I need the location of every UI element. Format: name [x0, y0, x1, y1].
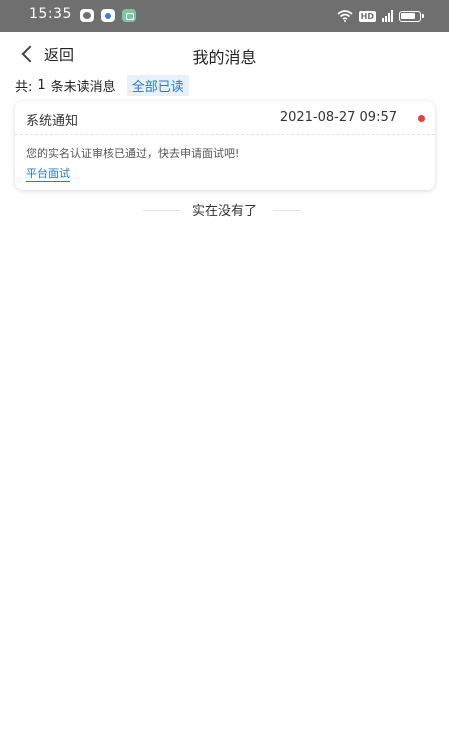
unread-count: 1 [37, 77, 46, 93]
message-time: 2021-08-27 09:57 [279, 110, 397, 125]
status-time: 15:35 [29, 6, 72, 22]
wallet-app-icon [122, 9, 136, 22]
message-card[interactable]: 系统通知 2021-08-27 09:57 您的实名认证审核已通过，快去申请面试… [15, 101, 435, 190]
signal-icon [382, 10, 393, 22]
mark-all-read-button[interactable]: 全部已读 [126, 74, 189, 96]
wifi-icon [337, 10, 353, 22]
browser-app-icon [101, 9, 115, 22]
platform-interview-link[interactable]: 平台面试 [26, 167, 70, 182]
unread-dot-icon [418, 115, 425, 122]
chat-app-icon [80, 9, 94, 22]
hd-icon: HD [358, 10, 376, 22]
summary-suffix: 条未读消息 [50, 79, 116, 95]
battery-icon [399, 10, 424, 22]
status-indicators: HD [337, 8, 424, 24]
summary-prefix: 共: [15, 79, 33, 95]
end-divider-right [273, 210, 301, 211]
list-end-text: 实在没有了 [191, 204, 257, 219]
message-header: 系统通知 2021-08-27 09:57 [15, 101, 435, 135]
message-content: 您的实名认证审核已通过，快去申请面试吧! [26, 147, 240, 160]
status-bar: 15:35 HD [0, 0, 449, 32]
unread-summary: 共: 1 条未读消息 全部已读 [15, 74, 189, 96]
message-type: 系统通知 [26, 114, 79, 129]
page-title: 我的消息 [192, 48, 257, 67]
